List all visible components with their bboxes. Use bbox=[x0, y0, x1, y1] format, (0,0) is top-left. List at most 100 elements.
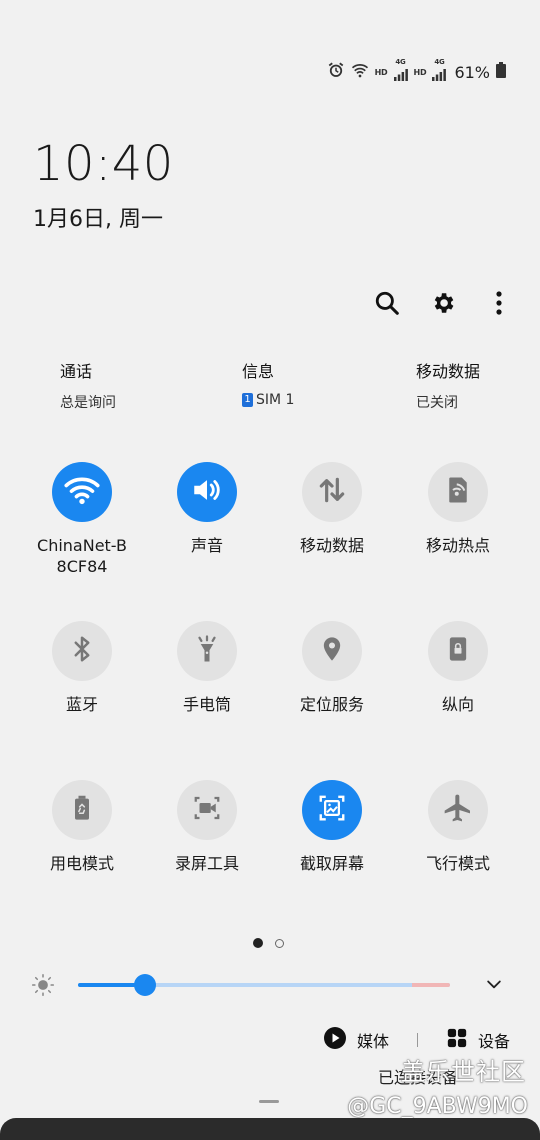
tile-mobile-data[interactable]: 移动数据 bbox=[272, 462, 392, 556]
sim-settings-row: 通话 总是询问 信息 1 SIM 1 移动数据 已关闭 bbox=[0, 358, 540, 418]
tile-airplane[interactable]: 飞行模式 bbox=[398, 780, 518, 874]
brightness-slider[interactable] bbox=[78, 974, 450, 996]
tile-power-mode[interactable]: 用电模式 bbox=[22, 780, 142, 874]
media-devices-row: 媒体 设备 bbox=[323, 1026, 510, 1054]
wifi-icon bbox=[64, 475, 100, 509]
network-type-2: 4G bbox=[434, 58, 445, 66]
devices-button[interactable]: 设备 bbox=[446, 1027, 510, 1053]
battery-percent: 61% bbox=[454, 62, 490, 82]
hd-badge-2: HD bbox=[413, 67, 427, 77]
brightness-sun-icon bbox=[30, 972, 56, 1002]
alarm-icon bbox=[327, 61, 345, 83]
sound-icon bbox=[190, 473, 224, 511]
tile-location-label: 定位服务 bbox=[299, 695, 364, 714]
tile-flashlight[interactable]: 手电筒 bbox=[147, 621, 267, 715]
sim-messages-value-row: 1 SIM 1 bbox=[242, 392, 294, 408]
clock-time: 10:40 bbox=[33, 136, 174, 192]
tile-wifi-button[interactable] bbox=[52, 462, 112, 522]
tile-flashlight-button[interactable] bbox=[177, 621, 237, 681]
bluetooth-icon bbox=[67, 634, 97, 668]
sim-messages-title: 信息 bbox=[242, 362, 275, 381]
tile-sound-button[interactable] bbox=[177, 462, 237, 522]
sim-calls-title: 通话 bbox=[60, 362, 93, 381]
tile-sound[interactable]: 声音 bbox=[147, 462, 267, 556]
tile-mobile-data-button[interactable] bbox=[302, 462, 362, 522]
network-type: 4G bbox=[395, 58, 406, 66]
devices-grid-icon bbox=[446, 1027, 468, 1053]
brightness-thumb[interactable] bbox=[133, 974, 156, 996]
tile-bluetooth-label: 蓝牙 bbox=[65, 695, 98, 714]
screenshot-icon bbox=[317, 793, 347, 827]
signal-icon bbox=[393, 66, 408, 85]
sim-calls-value: 总是询问 bbox=[60, 395, 116, 411]
hotspot-icon bbox=[443, 475, 473, 509]
more-vertical-icon bbox=[495, 290, 503, 320]
tile-wifi[interactable]: ChinaNet-B 8CF84 bbox=[22, 462, 142, 577]
sim-messages-value: SIM 1 bbox=[256, 392, 295, 408]
tile-power-mode-button[interactable] bbox=[52, 780, 112, 840]
sim-calls[interactable]: 通话 总是询问 bbox=[60, 358, 116, 412]
tile-flashlight-label: 手电筒 bbox=[182, 695, 231, 714]
tile-sound-label: 声音 bbox=[190, 536, 223, 555]
search-icon bbox=[374, 290, 400, 320]
sim-messages[interactable]: 信息 1 SIM 1 bbox=[242, 358, 294, 408]
sim-data-title: 移动数据 bbox=[416, 362, 481, 381]
tile-location[interactable]: 定位服务 bbox=[272, 621, 392, 715]
hd-badge: HD bbox=[374, 67, 388, 77]
search-button[interactable] bbox=[370, 288, 404, 322]
tile-hotspot-button[interactable] bbox=[428, 462, 488, 522]
user-id-watermark: @GC_9ABW9MO bbox=[347, 1094, 528, 1119]
brightness-high-zone bbox=[412, 983, 450, 987]
power-mode-icon bbox=[68, 793, 96, 827]
chevron-down-icon[interactable] bbox=[484, 974, 504, 998]
tile-screen-record-button[interactable] bbox=[177, 780, 237, 840]
watermark: 盖乐世社区 bbox=[401, 1058, 526, 1086]
tile-screenshot-button[interactable] bbox=[302, 780, 362, 840]
flashlight-icon bbox=[192, 634, 222, 668]
battery-icon bbox=[496, 62, 506, 82]
tile-wifi-label: ChinaNet-B 8CF84 bbox=[37, 536, 127, 576]
media-button[interactable]: 媒体 bbox=[323, 1026, 389, 1054]
panel-handle[interactable] bbox=[259, 1100, 279, 1103]
status-bar: HD 4G HD 4G 61% bbox=[327, 58, 506, 85]
navigation-bar bbox=[0, 1118, 540, 1140]
tile-portrait-label: 纵向 bbox=[441, 695, 474, 714]
tile-power-mode-label: 用电模式 bbox=[49, 854, 114, 873]
wifi-status-icon bbox=[351, 62, 369, 82]
page-dot-2[interactable] bbox=[275, 938, 284, 948]
screen-record-icon bbox=[191, 793, 223, 827]
gear-icon bbox=[430, 290, 456, 320]
tile-screen-record-label: 录屏工具 bbox=[174, 854, 239, 873]
tile-bluetooth-button[interactable] bbox=[52, 621, 112, 681]
tile-mobile-data-label: 移动数据 bbox=[299, 536, 364, 555]
tile-portrait[interactable]: 纵向 bbox=[398, 621, 518, 715]
sim-mobile-data[interactable]: 移动数据 已关闭 bbox=[416, 358, 480, 412]
portrait-lock-icon bbox=[444, 634, 472, 668]
play-circle-icon bbox=[323, 1026, 347, 1054]
tile-screen-record[interactable]: 录屏工具 bbox=[147, 780, 267, 874]
sim-badge: 1 bbox=[242, 393, 253, 407]
tile-location-button[interactable] bbox=[302, 621, 362, 681]
tile-hotspot-label: 移动热点 bbox=[425, 536, 490, 555]
airplane-icon bbox=[442, 792, 474, 828]
brightness-control bbox=[30, 968, 520, 1002]
tile-screenshot[interactable]: 截取屏幕 bbox=[272, 780, 392, 874]
tile-airplane-label: 飞行模式 bbox=[425, 854, 490, 873]
sim-data-value: 已关闭 bbox=[416, 395, 458, 411]
tile-bluetooth[interactable]: 蓝牙 bbox=[22, 621, 142, 715]
panel-actions bbox=[370, 288, 516, 322]
location-icon bbox=[318, 634, 346, 668]
media-label: 媒体 bbox=[356, 1032, 389, 1051]
page-indicator bbox=[253, 938, 284, 948]
tile-airplane-button[interactable] bbox=[428, 780, 488, 840]
settings-button[interactable] bbox=[426, 288, 460, 322]
devices-label: 设备 bbox=[477, 1032, 510, 1051]
tile-portrait-button[interactable] bbox=[428, 621, 488, 681]
more-options-button[interactable] bbox=[482, 288, 516, 322]
tile-hotspot[interactable]: 移动热点 bbox=[398, 462, 518, 556]
clock-date: 1月6日, 周一 bbox=[33, 207, 163, 232]
signal-icon-2 bbox=[432, 66, 447, 85]
page-dot-1[interactable] bbox=[253, 938, 263, 948]
divider bbox=[416, 1033, 418, 1047]
mobile-data-icon bbox=[316, 474, 348, 510]
